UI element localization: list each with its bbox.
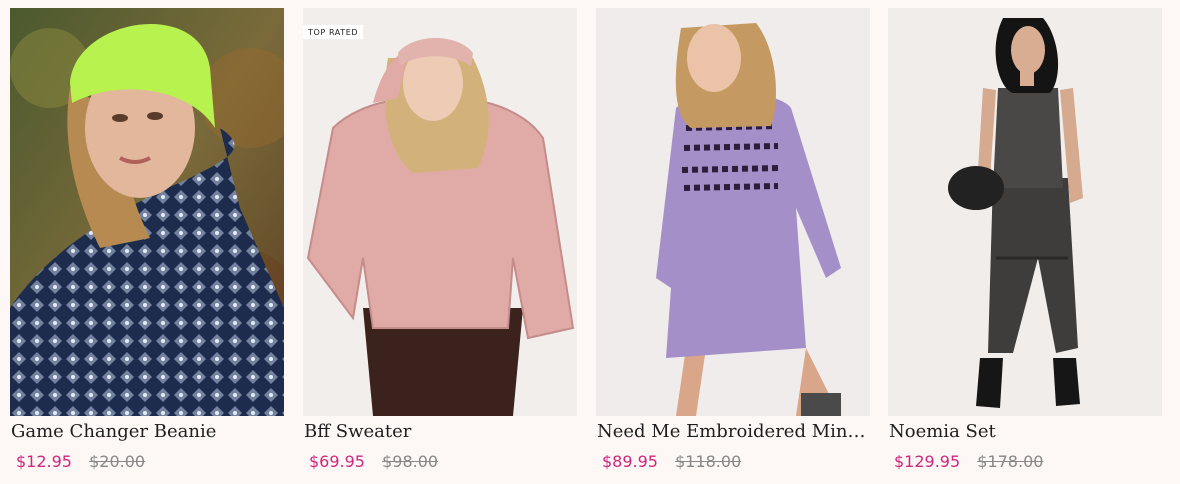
product-card[interactable]: Need Me Embroidered Mini D... $89.95 $11… xyxy=(596,8,870,478)
product-image[interactable] xyxy=(596,8,870,416)
product-title[interactable]: Noemia Set xyxy=(888,421,1162,447)
sale-price: $69.95 xyxy=(309,452,365,471)
original-price: $178.00 xyxy=(977,452,1044,471)
product-card[interactable]: Noemia Set $129.95 $178.00 xyxy=(888,8,1162,478)
product-image[interactable] xyxy=(888,8,1162,416)
product-card[interactable]: Game Changer Beanie $12.95 $20.00 xyxy=(10,8,284,478)
price-row: $12.95 $20.00 xyxy=(10,452,284,471)
sale-price: $89.95 xyxy=(602,452,658,471)
price-row: $69.95 $98.00 xyxy=(303,452,577,471)
price-row: $89.95 $118.00 xyxy=(596,452,870,471)
original-price: $118.00 xyxy=(675,452,742,471)
sale-price: $12.95 xyxy=(16,452,72,471)
product-image[interactable]: TOP RATED xyxy=(303,8,577,416)
product-grid: Game Changer Beanie $12.95 $20.00 TOP RA… xyxy=(0,0,1180,484)
original-price: $20.00 xyxy=(89,452,146,471)
top-rated-badge: TOP RATED xyxy=(303,25,364,39)
price-row: $129.95 $178.00 xyxy=(888,452,1162,471)
product-title[interactable]: Need Me Embroidered Mini D... xyxy=(596,421,870,447)
product-card[interactable]: TOP RATED Bff Sweater $69.95 $98.00 xyxy=(303,8,577,478)
product-image[interactable] xyxy=(10,8,284,416)
sale-price: $129.95 xyxy=(894,452,961,471)
original-price: $98.00 xyxy=(382,452,439,471)
product-title[interactable]: Bff Sweater xyxy=(303,421,577,447)
product-title[interactable]: Game Changer Beanie xyxy=(10,421,284,447)
